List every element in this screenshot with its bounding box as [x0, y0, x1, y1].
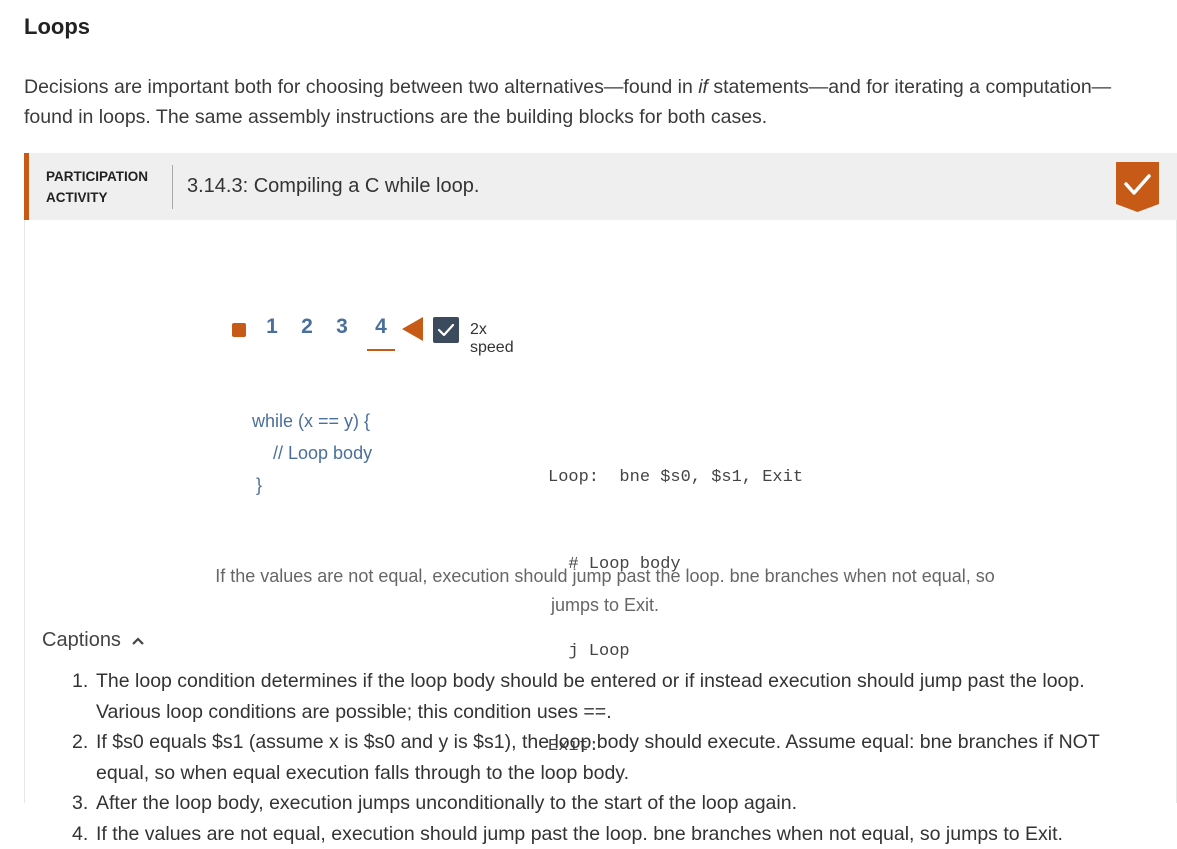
captions-label: Captions: [42, 629, 121, 651]
step-3-button[interactable]: 3: [332, 315, 352, 339]
caption-text: The loop condition determines if the loo…: [96, 666, 1152, 727]
checkmark-icon: [433, 317, 459, 343]
chevron-up-icon: [131, 636, 145, 646]
c-code-line-1: while (x == y) {: [252, 405, 372, 437]
caption-text: If the values are not equal, execution s…: [96, 819, 1063, 849]
caption-item: 3.After the loop body, execution jumps u…: [72, 788, 1152, 819]
step-1-button[interactable]: 1: [262, 315, 282, 339]
section-title: Loops: [24, 14, 90, 40]
speed-checkbox[interactable]: [433, 317, 459, 343]
asm-line-1: Loop: bne $s0, $s1, Exit: [548, 463, 803, 492]
speed-label: 2x speed: [470, 321, 514, 357]
activity-type-line1: PARTICIPATION: [46, 166, 148, 187]
caption-text: After the loop body, execution jumps unc…: [96, 788, 797, 819]
intro-text-1: Decisions are important both for choosin…: [24, 76, 698, 98]
step-2-button[interactable]: 2: [297, 315, 317, 339]
caption-number: 1.: [72, 666, 96, 727]
activity-type-line2: ACTIVITY: [46, 187, 148, 208]
intro-emphasis: if: [698, 76, 708, 98]
activity-title: 3.14.3: Compiling a C while loop.: [187, 175, 479, 198]
caption-item: 1.The loop condition determines if the l…: [72, 666, 1152, 727]
participation-activity: PARTICIPATION ACTIVITY 3.14.3: Compiling…: [24, 153, 1177, 803]
step-4-button[interactable]: 4: [367, 315, 395, 351]
c-code-line-3: }: [252, 469, 372, 501]
activity-body: 1 2 3 4 2x speed while (x == y) { // Loo…: [24, 220, 1177, 803]
captions-toggle[interactable]: Captions: [42, 629, 145, 652]
asm-line-3: j Loop: [548, 637, 803, 666]
c-code-line-2: // Loop body: [252, 437, 372, 469]
caption-item: 2.If $s0 equals $s1 (assume x is $s0 and…: [72, 727, 1152, 788]
start-button[interactable]: [232, 323, 246, 337]
captions-list: 1.The loop condition determines if the l…: [72, 666, 1152, 849]
activity-header: PARTICIPATION ACTIVITY 3.14.3: Compiling…: [24, 153, 1177, 220]
header-divider: [172, 165, 173, 209]
c-code-block: while (x == y) { // Loop body }: [252, 405, 372, 501]
back-arrow-icon[interactable]: [402, 317, 423, 341]
intro-paragraph: Decisions are important both for choosin…: [24, 72, 1124, 132]
caption-number: 3.: [72, 788, 96, 819]
caption-number: 4.: [72, 819, 96, 849]
caption-number: 2.: [72, 727, 96, 788]
current-caption: If the values are not equal, execution s…: [215, 562, 995, 620]
caption-text: If $s0 equals $s1 (assume x is $s0 and y…: [96, 727, 1152, 788]
check-badge-icon: [1116, 162, 1159, 212]
activity-type-label: PARTICIPATION ACTIVITY: [46, 166, 148, 208]
caption-item: 4.If the values are not equal, execution…: [72, 819, 1152, 849]
